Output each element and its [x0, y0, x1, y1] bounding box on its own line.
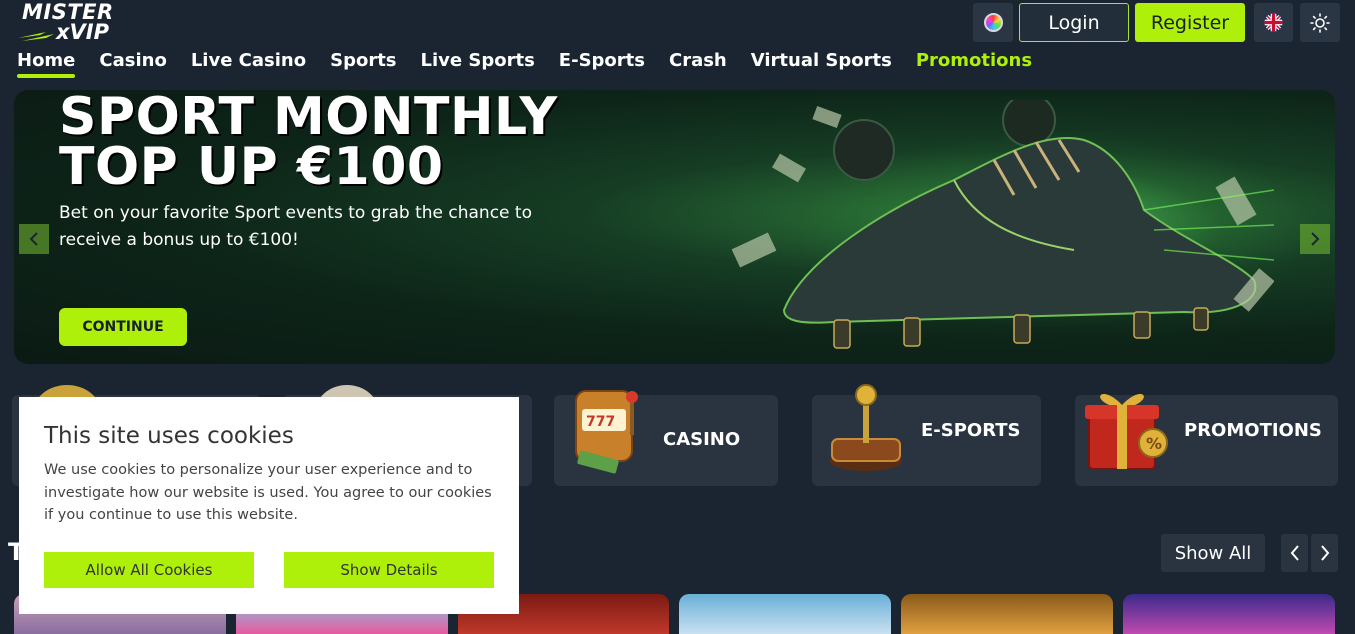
chevron-left-icon — [1290, 545, 1299, 561]
category-card-casino[interactable]: 777 CASINO — [554, 390, 778, 486]
nav-item-sports[interactable]: Sports — [330, 50, 396, 76]
login-button[interactable]: Login — [1019, 3, 1129, 42]
banner-next-arrow[interactable] — [1300, 224, 1330, 254]
nav-item-live-sports[interactable]: Live Sports — [421, 50, 535, 76]
banner-title: SPORT MONTHLY TOP UP €100 — [59, 90, 558, 197]
slot-machine-icon: 777 — [575, 390, 638, 474]
show-all-button[interactable]: Show All — [1161, 534, 1265, 572]
chevron-right-icon — [1320, 545, 1329, 561]
color-wheel-icon — [983, 13, 1003, 32]
joystick-icon — [830, 384, 902, 471]
category-card-esports[interactable]: E-SPORTS — [812, 384, 1041, 486]
nav-item-crash[interactable]: Crash — [669, 50, 727, 76]
chevron-right-icon — [1311, 232, 1320, 246]
football-boot-illustration — [731, 100, 1274, 349]
main-nav: Home Casino Live Casino Sports Live Spor… — [17, 50, 1056, 78]
nav-item-home[interactable]: Home — [17, 50, 76, 78]
game-tile[interactable] — [901, 594, 1113, 634]
category-label-esports: E-SPORTS — [921, 420, 1021, 441]
cookie-title: This site uses cookies — [44, 423, 294, 449]
banner-subtitle: Bet on your favorite Sport events to gra… — [59, 203, 532, 250]
site-logo[interactable]: MISTER xVIP — [16, 0, 120, 44]
banner-title-line1: SPORT MONTHLY — [59, 90, 558, 147]
chevron-left-icon — [29, 232, 38, 246]
game-tile[interactable] — [1123, 594, 1335, 634]
allow-all-cookies-button[interactable]: Allow All Cookies — [44, 552, 254, 588]
category-label-casino: CASINO — [663, 429, 741, 450]
banner-title-line2: TOP UP €100 — [59, 137, 444, 197]
cookie-text: We use cookies to personalize your user … — [44, 462, 492, 523]
show-details-button[interactable]: Show Details — [284, 552, 494, 588]
cookie-dialog: This site uses cookies We use cookies to… — [19, 397, 519, 614]
game-tile[interactable] — [679, 594, 891, 634]
nav-item-live-casino[interactable]: Live Casino — [191, 50, 306, 76]
logo-text-xvip: xVIP — [56, 20, 110, 44]
uk-flag-icon — [1264, 13, 1283, 32]
category-card-promotions[interactable]: % PROMOTIONS — [1075, 394, 1338, 486]
language-button[interactable] — [1254, 3, 1293, 42]
register-button[interactable]: Register — [1135, 3, 1245, 42]
games-next-button[interactable] — [1311, 534, 1338, 572]
nav-item-virtual-sports[interactable]: Virtual Sports — [751, 50, 892, 76]
svg-text:777: 777 — [586, 414, 615, 430]
theme-toggle-button[interactable] — [1300, 3, 1340, 42]
svg-text:%: % — [1146, 434, 1162, 453]
nav-item-casino[interactable]: Casino — [99, 50, 166, 76]
games-prev-button[interactable] — [1281, 534, 1308, 572]
category-label-promotions: PROMOTIONS — [1184, 420, 1322, 441]
banner-prev-arrow[interactable] — [19, 224, 49, 254]
sun-icon — [1310, 12, 1330, 33]
nav-item-promotions[interactable]: Promotions — [916, 50, 1032, 76]
promo-banner[interactable]: SPORT MONTHLY TOP UP €100 Bet on your fa… — [14, 90, 1335, 364]
gift-box-icon: % — [1085, 394, 1168, 470]
continue-button[interactable]: CONTINUE — [59, 308, 187, 346]
nav-item-e-sports[interactable]: E-Sports — [559, 50, 645, 76]
color-picker-button[interactable] — [973, 3, 1013, 42]
